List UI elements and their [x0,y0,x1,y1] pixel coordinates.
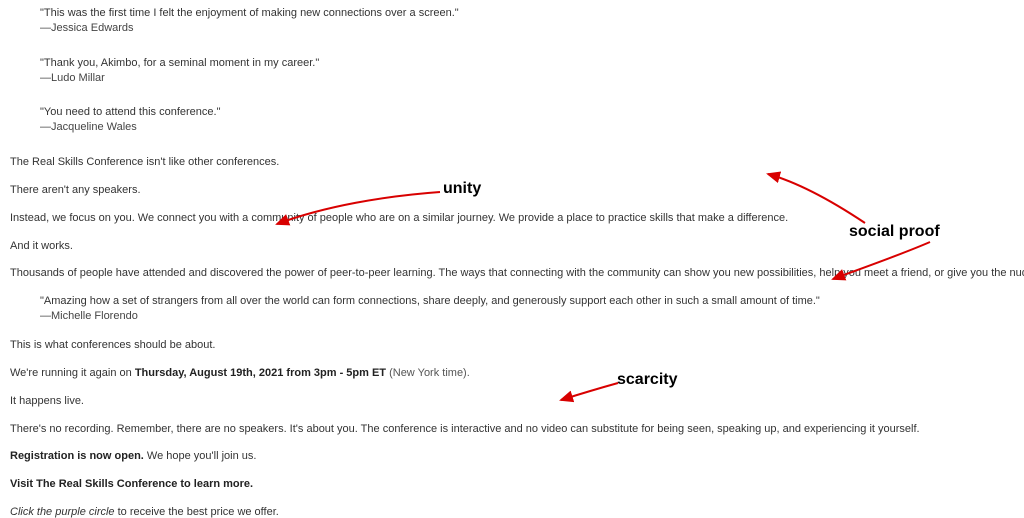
registration-line: Registration is now open. We hope you'll… [10,449,1024,464]
testimonial-attribution: —Ludo Millar [40,71,1024,86]
paragraph: The Real Skills Conference isn't like ot… [10,155,1024,170]
testimonial-text: "Thank you, Akimbo, for a seminal moment… [40,56,1024,71]
testimonial-4: "Amazing how a set of strangers from all… [40,294,1024,324]
testimonial-text: "You need to attend this conference." [40,105,1024,120]
testimonial-attribution: —Michelle Florendo [40,309,1024,324]
schedule-line: We're running it again on Thursday, Augu… [10,366,1024,381]
paragraph: There's no recording. Remember, there ar… [10,422,1024,437]
visit-line: Visit The Real Skills Conference to lear… [10,477,1024,492]
paragraph: It happens live. [10,394,1024,409]
purple-circle-line: Click the purple circle to receive the b… [10,505,1024,518]
testimonial-text: "Amazing how a set of strangers from all… [40,294,1024,309]
purple-circle-instruction: Click the purple circle [10,506,115,518]
testimonial-3: "You need to attend this conference." —J… [40,105,1024,135]
paragraph: And it works. [10,239,1024,254]
conference-link[interactable]: The Real Skills Conference [36,478,177,490]
testimonial-attribution: —Jessica Edwards [40,21,1024,36]
email-body: "This was the first time I felt the enjo… [0,0,1024,518]
paragraph: Instead, we focus on you. We connect you… [10,211,1024,226]
testimonial-2: "Thank you, Akimbo, for a seminal moment… [40,56,1024,86]
registration-open: Registration is now open. [10,450,144,462]
testimonial-attribution: —Jacqueline Wales [40,120,1024,135]
paragraph: Thousands of people have attended and di… [10,266,1024,281]
event-datetime: Thursday, August 19th, 2021 from 3pm - 5… [135,367,386,379]
timezone-note: (New York time). [386,367,470,379]
paragraph: This is what conferences should be about… [10,338,1024,353]
testimonial-1: "This was the first time I felt the enjo… [40,6,1024,36]
paragraph: There aren't any speakers. [10,183,1024,198]
testimonial-text: "This was the first time I felt the enjo… [40,6,1024,21]
